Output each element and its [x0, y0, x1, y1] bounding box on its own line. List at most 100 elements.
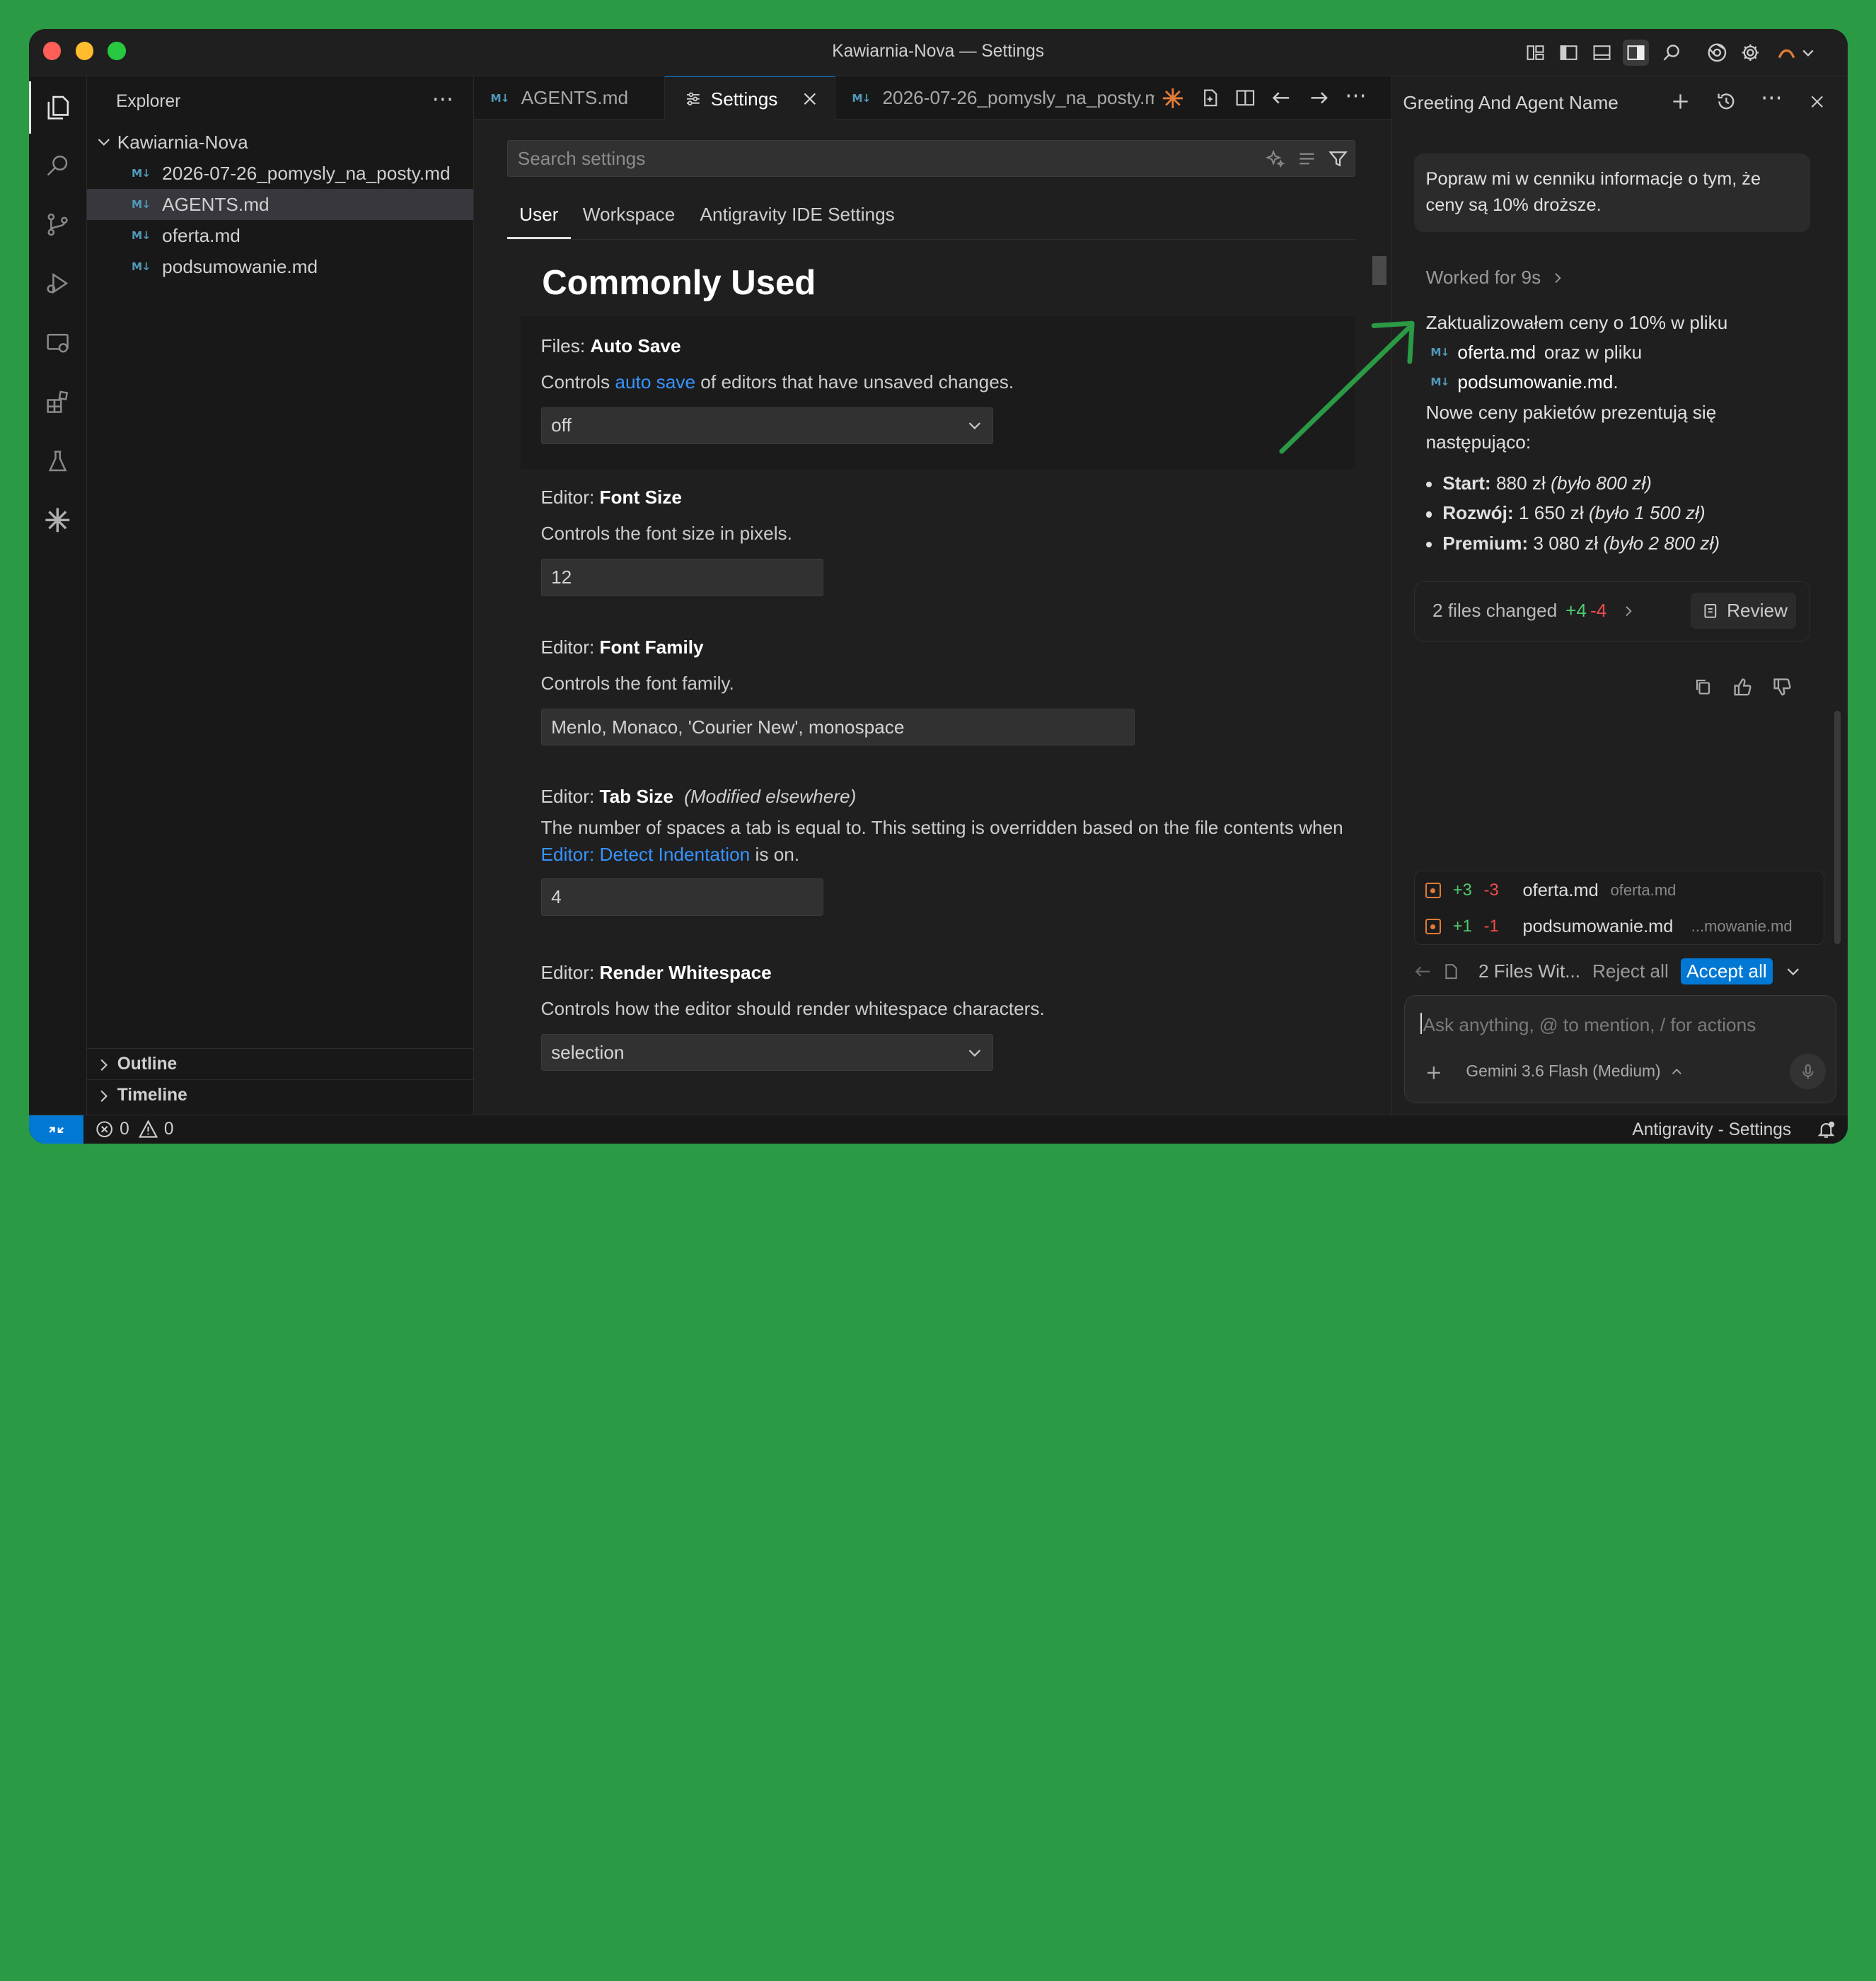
chat-input-placeholder: Ask anything, @ to mention, / for action…	[1423, 1013, 1756, 1035]
sparkle-icon[interactable]	[1266, 149, 1285, 168]
bell-icon[interactable]	[1817, 1120, 1836, 1139]
file-item[interactable]: M↓ 2026-07-26_pomysly_na_posty.md	[87, 158, 473, 189]
copy-icon[interactable]	[1690, 673, 1716, 699]
auto-save-select[interactable]: off	[540, 407, 993, 445]
file-item[interactable]: M↓ podsumowanie.md	[87, 251, 473, 282]
status-right-label[interactable]: Antigravity - Settings	[1632, 1120, 1791, 1140]
new-chat-icon[interactable]	[1667, 88, 1693, 115]
clear-filter-icon[interactable]	[1297, 149, 1316, 168]
font-size-input[interactable]: 12	[540, 559, 823, 596]
section-title: Commonly Used	[542, 264, 816, 303]
chat-scrollbar[interactable]	[1834, 710, 1841, 944]
modified-elsewhere-label[interactable]: (Modified elsewhere)	[684, 786, 856, 807]
response-text: Zaktualizowałem ceny o 10% w pliku	[1425, 311, 1728, 333]
scope-tab-antigravity[interactable]: Antigravity IDE Settings	[700, 204, 895, 226]
changed-file-row[interactable]: +3 -3 oferta.md oferta.md	[1415, 873, 1824, 909]
testing-icon[interactable]	[29, 436, 86, 488]
chat-input[interactable]: Ask anything, @ to mention, / for action…	[1404, 995, 1836, 1103]
more-actions-icon[interactable]: ⋯	[1759, 85, 1785, 111]
worked-for-toggle[interactable]: Worked for 9s	[1426, 267, 1565, 289]
auto-save-link[interactable]: auto save	[615, 371, 695, 393]
modified-file-icon	[1425, 883, 1441, 899]
search-view-icon[interactable]	[29, 139, 86, 191]
more-actions-icon[interactable]: ⋯	[1343, 83, 1369, 109]
response-text: Nowe ceny pakietów prezentują się następ…	[1425, 401, 1717, 453]
close-icon[interactable]	[1804, 88, 1830, 115]
editor-scrollbar[interactable]	[1372, 255, 1387, 285]
reject-all-button[interactable]: Reject all	[1592, 960, 1669, 982]
setting-description: The number of spaces a tab is equal to. …	[540, 817, 1343, 865]
arrow-right-icon[interactable]	[1305, 85, 1331, 111]
files-with-changes-label[interactable]: 2 Files Wit...	[1478, 960, 1580, 982]
arrow-left-icon[interactable]	[1414, 963, 1432, 980]
settings-search-input[interactable]: Search settings	[507, 139, 1356, 178]
tab-settings[interactable]: Settings	[665, 76, 835, 121]
changed-file-row[interactable]: +1 -1 podsumowanie.md ...mowanie.md	[1415, 909, 1824, 945]
browser-icon[interactable]	[1704, 40, 1730, 66]
render-whitespace-select[interactable]: selection	[540, 1033, 993, 1071]
review-icon	[1704, 603, 1716, 618]
close-icon[interactable]	[801, 91, 818, 108]
added-count: +4	[1565, 600, 1587, 622]
tab-pomysly[interactable]: M↓ 2026-07-26_pomysly_na_posty.md	[835, 76, 1154, 120]
agent-icon[interactable]	[29, 494, 86, 547]
accept-all-button[interactable]: Accept all	[1680, 958, 1773, 985]
folder-kawiarnia-nova[interactable]: Kawiarnia-Nova	[87, 127, 473, 158]
file-link-oferta[interactable]: oferta.md	[1457, 337, 1536, 367]
arrow-left-icon[interactable]	[1268, 85, 1295, 111]
file-icon[interactable]	[1442, 963, 1459, 980]
file-link-podsumowanie[interactable]: podsumowanie.md	[1457, 367, 1613, 397]
changed-file-path: ...mowanie.md	[1691, 917, 1793, 936]
explorer-icon[interactable]	[28, 81, 86, 134]
toggle-panel-icon[interactable]	[1589, 40, 1615, 66]
font-family-input[interactable]: Menlo, Monaco, 'Courier New', monospace	[540, 708, 1135, 746]
agent-response: Zaktualizowałem ceny o 10% w pliku M↓ ofe…	[1426, 308, 1821, 457]
search-icon[interactable]	[1658, 40, 1684, 66]
remote-indicator[interactable]	[28, 1115, 84, 1144]
select-value: selection	[551, 1041, 625, 1063]
microphone-button[interactable]	[1790, 1053, 1826, 1090]
chevron-down-icon[interactable]	[1785, 963, 1802, 980]
outline-label: Outline	[117, 1055, 178, 1074]
remote-explorer-icon[interactable]	[29, 317, 86, 369]
gear-icon[interactable]	[1737, 40, 1764, 66]
scope-tab-workspace[interactable]: Workspace	[583, 204, 676, 226]
file-item[interactable]: M↓ oferta.md	[87, 220, 473, 251]
file-item-selected[interactable]: M↓ AGENTS.md	[87, 189, 473, 221]
toggle-secondary-sidebar-icon[interactable]	[1622, 39, 1649, 66]
open-changes-icon[interactable]	[1196, 85, 1222, 111]
setting-category: Editor:	[540, 636, 600, 658]
history-icon[interactable]	[1713, 88, 1739, 115]
review-button[interactable]: Review	[1691, 593, 1797, 629]
explorer-more-icon[interactable]: ⋯	[432, 87, 453, 112]
thumbs-down-icon[interactable]	[1769, 673, 1795, 699]
timeline-section[interactable]: Timeline	[87, 1080, 473, 1111]
agent-spark-icon[interactable]	[1159, 85, 1186, 111]
markdown-icon: M↓	[132, 198, 151, 211]
detect-indentation-link[interactable]: Editor: Detect Indentation	[541, 844, 751, 865]
markdown-icon: M↓	[132, 229, 151, 243]
toggle-primary-sidebar-icon[interactable]	[1556, 40, 1582, 66]
add-context-icon[interactable]	[1425, 1064, 1442, 1081]
extensions-icon[interactable]	[29, 376, 86, 428]
setting-auto-save: Files: Auto Save Controls auto save of e…	[520, 315, 1356, 470]
timeline-label: Timeline	[117, 1086, 187, 1105]
agent-panel-title: Greeting And Agent Name	[1403, 92, 1619, 114]
split-editor-icon[interactable]	[1232, 85, 1258, 111]
account-menu-icon[interactable]	[1776, 40, 1817, 66]
scope-tab-user[interactable]: User	[519, 204, 558, 226]
tab-agents-md[interactable]: M↓ AGENTS.md	[474, 76, 666, 120]
problems-indicator[interactable]: 0 0	[95, 1120, 173, 1139]
outline-section[interactable]: Outline	[87, 1049, 473, 1080]
model-selector[interactable]: Gemini 3.6 Flash (Medium)	[1466, 1062, 1683, 1081]
app-window: Kawiarnia-Nova — Settings Explorer ⋯ Kaw…	[28, 28, 1848, 1144]
chevron-right-icon	[1625, 605, 1632, 616]
run-debug-icon[interactable]	[29, 257, 86, 310]
files-changed-toggle[interactable]: 2 files changed +4 -4	[1432, 600, 1635, 622]
filter-icon[interactable]	[1328, 149, 1348, 168]
source-control-icon[interactable]	[29, 199, 86, 251]
remote-icon	[49, 1127, 64, 1134]
customize-layout-icon[interactable]	[1522, 40, 1548, 66]
thumbs-up-icon[interactable]	[1730, 673, 1756, 699]
tab-size-input[interactable]: 4	[540, 878, 823, 916]
